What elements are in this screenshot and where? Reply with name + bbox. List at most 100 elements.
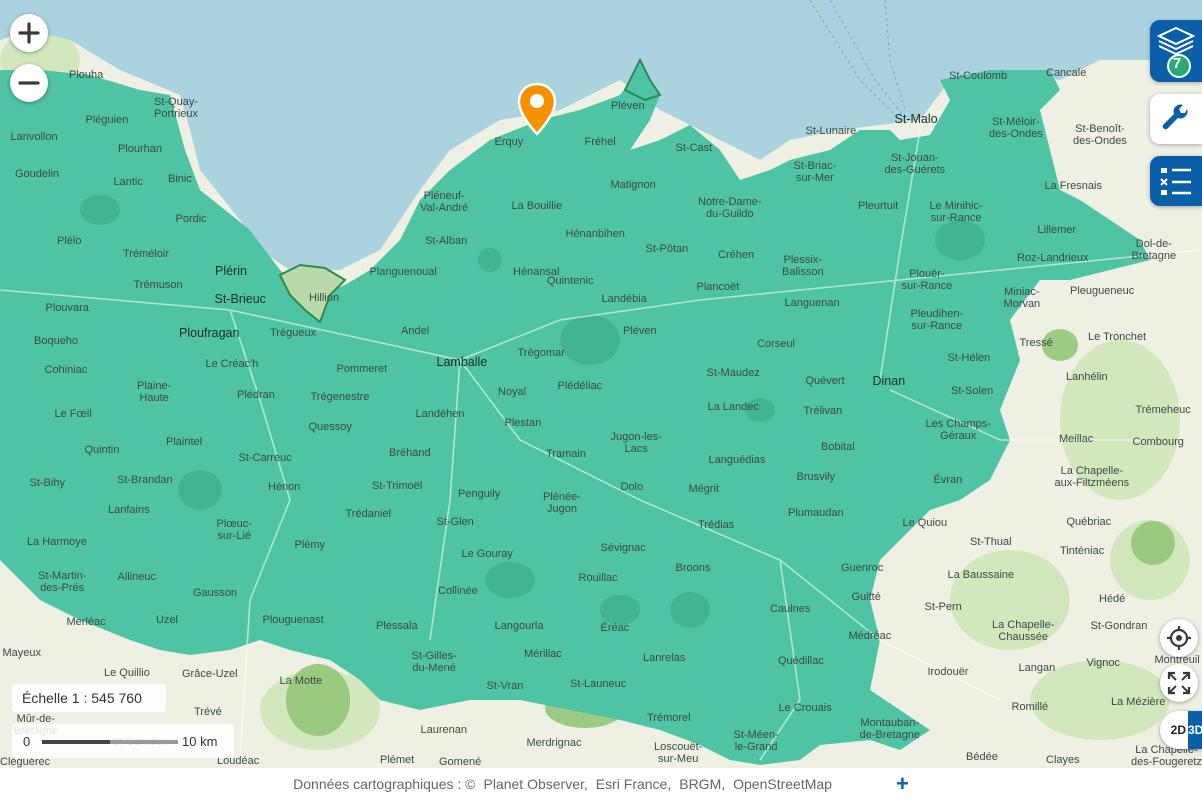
place-label: Plourhan bbox=[118, 143, 163, 155]
place-label: Fréhel bbox=[584, 136, 616, 148]
place-label: Landébia bbox=[601, 293, 647, 305]
place-label: St-Bihy bbox=[29, 477, 65, 489]
map-view[interactable]: Erquy Fréhel Pléneuf- Val-André La Bouillie… bbox=[0, 0, 1202, 768]
zoom-in-button[interactable] bbox=[10, 14, 48, 52]
place-label: Évran bbox=[933, 474, 963, 486]
place-label: Boqueho bbox=[34, 335, 79, 347]
place-label: Grâce-Uzel bbox=[182, 668, 238, 680]
place-label: St-Lunaire bbox=[805, 125, 857, 137]
attribution-source[interactable]: Planet Observer, bbox=[483, 776, 587, 792]
place-label: St-Méen- le-Grand bbox=[733, 729, 779, 753]
place-label: Le Quillio bbox=[104, 667, 150, 679]
legend-button[interactable] bbox=[1150, 156, 1202, 206]
place-label: Penguily bbox=[458, 488, 501, 500]
place-label: Langourla bbox=[494, 620, 544, 632]
attribution-source[interactable]: BRGM, bbox=[679, 776, 725, 792]
place-label: Pleugueneuc bbox=[1070, 285, 1135, 297]
place-label: St-Cast bbox=[675, 142, 713, 154]
place-label: Pordic bbox=[175, 213, 207, 225]
place-label: Plessala bbox=[376, 620, 418, 632]
place-label: Éréac bbox=[600, 622, 630, 634]
scale-min-label: 0 bbox=[23, 734, 31, 749]
place-label: St-Solen bbox=[951, 385, 994, 397]
place-label: Plestan bbox=[504, 417, 542, 429]
place-label: Lanhélin bbox=[1066, 371, 1108, 383]
place-label: Le Tronchet bbox=[1088, 331, 1147, 343]
place-label: Plédran bbox=[237, 389, 275, 401]
place-label: Mayeux bbox=[2, 647, 42, 659]
place-label: Trémeheuc bbox=[1135, 404, 1191, 416]
place-label: St-Pern bbox=[924, 601, 962, 613]
attribution-source[interactable]: Esri France, bbox=[596, 776, 671, 792]
expand-icon bbox=[1167, 671, 1191, 695]
place-label: St-Alban bbox=[425, 235, 468, 247]
place-label: Quintin bbox=[84, 444, 120, 456]
place-label: St-Briac- sur-Mer bbox=[793, 160, 837, 184]
place-label: St-Quay- Portrieux bbox=[154, 96, 199, 120]
scale-max-label: 10 km bbox=[182, 734, 218, 749]
place-label: Plouguenast bbox=[262, 614, 324, 626]
layers-button[interactable]: 7 bbox=[1150, 20, 1202, 82]
place-label: Languenan bbox=[784, 297, 840, 309]
place-label: La Chapelle- Chaussée bbox=[992, 619, 1055, 643]
place-label: La Baussaine bbox=[947, 569, 1015, 581]
place-label: Dinan bbox=[872, 374, 906, 388]
place-label: St-Thual bbox=[970, 536, 1012, 548]
place-label: Andel bbox=[401, 325, 430, 337]
place-label: Lanrelas bbox=[643, 652, 686, 664]
place-label: Notre-Dame- du-Guildo bbox=[698, 196, 762, 220]
place-label: Plaine- Haute bbox=[137, 380, 172, 404]
place-label: St-Brandan bbox=[117, 474, 173, 486]
place-label: Le Créac'h bbox=[205, 358, 259, 370]
place-label: Le Minihic- sur-Rance bbox=[929, 200, 983, 224]
place-label: Planguenoual bbox=[369, 266, 437, 278]
place-label: La Mézière bbox=[1111, 696, 1166, 708]
attribution-bar: Données cartographiques : © Planet Obser… bbox=[0, 768, 1202, 800]
zoom-out-button[interactable] bbox=[10, 64, 48, 102]
place-label: Erquy bbox=[494, 136, 524, 148]
plus-icon bbox=[18, 22, 40, 44]
place-label: Meillac bbox=[1059, 433, 1094, 445]
tools-button[interactable] bbox=[1150, 94, 1202, 144]
place-label: Lamballe bbox=[436, 355, 488, 369]
place-label: Hénanbihen bbox=[565, 228, 625, 240]
place-label: Roz-Landrieux bbox=[1017, 252, 1089, 264]
location-marker[interactable] bbox=[516, 82, 558, 136]
place-label: St-Hélen bbox=[947, 352, 991, 364]
place-label: St-Pôtan bbox=[645, 243, 689, 255]
place-label: Pléguien bbox=[85, 114, 129, 126]
place-label: Irodouër bbox=[927, 666, 969, 678]
place-label: Tinténiac bbox=[1060, 545, 1105, 557]
place-label: Plaintel bbox=[166, 436, 203, 448]
geolocate-button[interactable] bbox=[1160, 619, 1198, 657]
place-label: Pléven bbox=[611, 100, 645, 112]
fullscreen-button[interactable] bbox=[1160, 664, 1198, 702]
place-label: St-Benoît- des-Ondes bbox=[1073, 123, 1127, 147]
place-label: Trédias bbox=[698, 519, 735, 531]
place-label: Lantic bbox=[113, 176, 143, 188]
place-label: Brusvily bbox=[796, 471, 836, 483]
place-label: Plessix- Balisson bbox=[782, 254, 824, 278]
place-label: St-Jouan- des-Guérets bbox=[884, 152, 946, 176]
place-label: La Fresnais bbox=[1044, 180, 1102, 192]
place-label: La Landec bbox=[707, 401, 759, 413]
place-label: Le Fœil bbox=[54, 408, 92, 420]
place-label: Montauban- de-Bretagne bbox=[859, 717, 921, 741]
place-label: Landéhen bbox=[415, 408, 465, 420]
place-label: Plédéliac bbox=[557, 380, 603, 392]
attribution-source[interactable]: OpenStreetMap bbox=[733, 776, 832, 792]
view-3d-button[interactable]: 3D bbox=[1188, 711, 1202, 749]
place-label: St-Carreuc bbox=[238, 452, 292, 464]
view-mode-toggle[interactable]: 2D 3D bbox=[1160, 711, 1202, 749]
place-label: Plélo bbox=[57, 235, 82, 247]
place-label: Pleurtuit bbox=[858, 200, 899, 212]
place-label: Québriac bbox=[1066, 516, 1112, 528]
place-label: Hillion bbox=[309, 292, 339, 304]
place-label: Trémuson bbox=[133, 279, 183, 291]
place-label: Hédé bbox=[1099, 593, 1126, 605]
place-label: Quintenic bbox=[547, 275, 594, 287]
place-label: Allineuc bbox=[117, 571, 157, 583]
place-label: Languédias bbox=[708, 454, 766, 466]
place-label: St-Gondran bbox=[1090, 620, 1148, 632]
attribution-more-button[interactable]: + bbox=[896, 771, 909, 797]
